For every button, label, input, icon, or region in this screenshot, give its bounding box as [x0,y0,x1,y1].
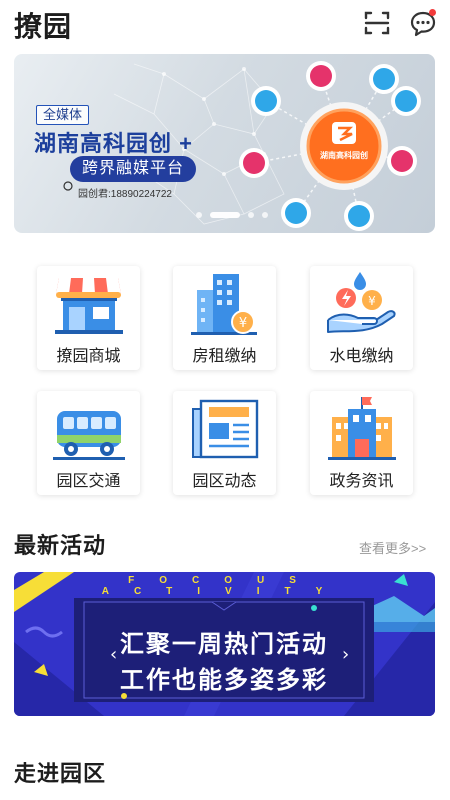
banner-hub-label: 湖南高科园创 [320,151,368,160]
service-transport[interactable]: 园区交通 [37,391,140,495]
header-bar: 撩园 [0,0,450,48]
activity-line-1: 汇聚一周热门活动 [120,631,328,658]
carousel-indicator [196,212,286,220]
news-icon [187,395,262,461]
service-government[interactable]: 政务资讯 [310,391,413,495]
unread-badge [429,9,436,16]
building-rent-icon: ¥ [187,270,262,336]
promo-banner[interactable]: 全媒体 湖南高科园创 + 跨界融媒平台 园创君:18890224722 湖南高科… [14,54,435,233]
service-label: 房租缴纳 [192,348,257,365]
carousel-dot-active[interactable] [210,212,240,218]
app-title: 撩园 [14,11,73,42]
scan-icon[interactable] [362,8,392,38]
message-icon[interactable] [408,8,438,38]
bus-icon [51,395,126,461]
service-label: 政务资讯 [329,473,394,490]
activities-section-title: 最新活动 [14,533,107,558]
shop-icon [51,270,126,336]
government-building-icon [324,395,399,461]
activity-line-2: 工作也能多姿多彩 [120,667,328,694]
service-label: 园区动态 [192,473,257,490]
service-label: 撩园商城 [56,348,121,365]
svg-text:¥: ¥ [239,316,247,331]
activity-banner-header: FOCOUS ACTIVITY [101,575,348,597]
service-news[interactable]: 园区动态 [173,391,276,495]
service-utilities[interactable]: ¥ 水电缴纳 [310,266,413,370]
service-label: 水电缴纳 [329,348,394,365]
service-rent[interactable]: ¥ 房租缴纳 [173,266,276,370]
utilities-payment-icon: ¥ [324,270,399,336]
carousel-dot[interactable] [196,212,202,218]
banner-tag: 全媒体 [36,105,90,125]
banner-title: 湖南高科园创 + [34,131,193,156]
activity-banner[interactable]: ‹ › FOCOUS ACTIVITY 汇聚一周热门活动 工作也能多姿多彩 [14,572,435,716]
banner-phone: 园创君:18890224722 [78,189,172,200]
carousel-dot[interactable] [248,212,254,218]
park-section-title: 走进园区 [14,761,107,786]
service-mall[interactable]: 撩园商城 [37,266,140,370]
banner-pill: 跨界融媒平台 [70,156,196,182]
carousel-dot[interactable] [262,212,268,218]
view-more-link[interactable]: 查看更多>> [359,538,426,557]
service-label: 园区交通 [56,473,121,490]
svg-text:¥: ¥ [368,294,376,308]
